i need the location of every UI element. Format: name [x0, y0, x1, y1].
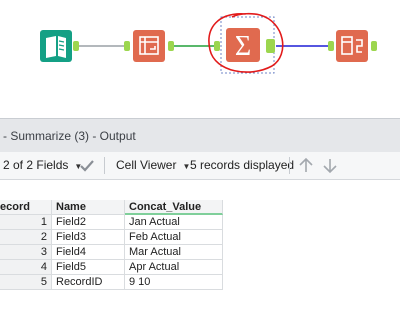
book-icon	[46, 36, 66, 58]
cell-viewer-dropdown[interactable]: Cell Viewer ▼	[116, 152, 190, 179]
cell-viewer-label: Cell Viewer	[116, 158, 177, 172]
input-anchor[interactable]	[214, 41, 220, 51]
name-cell[interactable]: RecordID	[52, 275, 125, 290]
results-toolbar: 2 of 2 Fields ▼ Cell Viewer ▼ 5 records di…	[0, 152, 400, 180]
apply-checkmark-button[interactable]	[80, 152, 94, 179]
input-anchor[interactable]	[328, 41, 334, 51]
value-cell[interactable]: Feb Actual	[125, 230, 223, 245]
summarize-tool[interactable]: Σ	[208, 12, 284, 74]
record-number: 2	[0, 230, 52, 245]
name-cell[interactable]: Field3	[52, 230, 125, 245]
input-tool[interactable]	[40, 30, 79, 62]
panel-title: - Summarize (3) - Output	[0, 118, 400, 152]
results-panel: - Summarize (3) - Output 2 of 2 Fields ▼ …	[0, 118, 400, 311]
record-number: 3	[0, 245, 52, 260]
value-cell[interactable]: Apr Actual	[125, 260, 223, 275]
output-anchor[interactable]	[266, 39, 275, 53]
toolbar-divider	[289, 157, 290, 174]
output-tool[interactable]	[328, 30, 377, 62]
arrow-down-icon	[323, 159, 337, 174]
output-anchor[interactable]	[73, 41, 79, 51]
name-cell[interactable]: Field2	[52, 215, 125, 230]
column-header-name[interactable]: Name	[52, 200, 125, 215]
workflow-diagram: Σ	[40, 12, 377, 74]
record-number: 5	[0, 275, 52, 290]
value-cell[interactable]: Jan Actual	[125, 215, 223, 230]
name-cell[interactable]: Field5	[52, 260, 125, 275]
fields-dropdown-label: 2 of 2 Fields	[3, 158, 69, 172]
scroll-up-button[interactable]	[298, 152, 314, 179]
name-cell[interactable]: Field4	[52, 245, 125, 260]
column-header-record[interactable]: ecord	[0, 200, 52, 215]
output-anchor[interactable]	[371, 41, 377, 51]
value-cell[interactable]: 9 10	[125, 275, 223, 290]
checkmark-icon	[80, 160, 94, 172]
value-cell[interactable]: Mar Actual	[125, 245, 223, 260]
workflow-canvas[interactable]: Σ	[0, 0, 400, 118]
sigma-icon: Σ	[235, 31, 251, 62]
records-count: 5 records displayed	[190, 158, 295, 172]
toolbar-divider	[104, 157, 105, 174]
crosstab-tool[interactable]	[124, 30, 174, 62]
record-number: 1	[0, 215, 52, 230]
fields-dropdown[interactable]: 2 of 2 Fields ▼	[3, 152, 82, 179]
column-header-concat-value[interactable]: Concat_Value	[125, 200, 223, 215]
arrow-up-icon	[299, 157, 313, 172]
scroll-down-button[interactable]	[322, 152, 338, 179]
output-anchor[interactable]	[168, 41, 174, 51]
record-number: 4	[0, 260, 52, 275]
input-anchor[interactable]	[124, 41, 130, 51]
